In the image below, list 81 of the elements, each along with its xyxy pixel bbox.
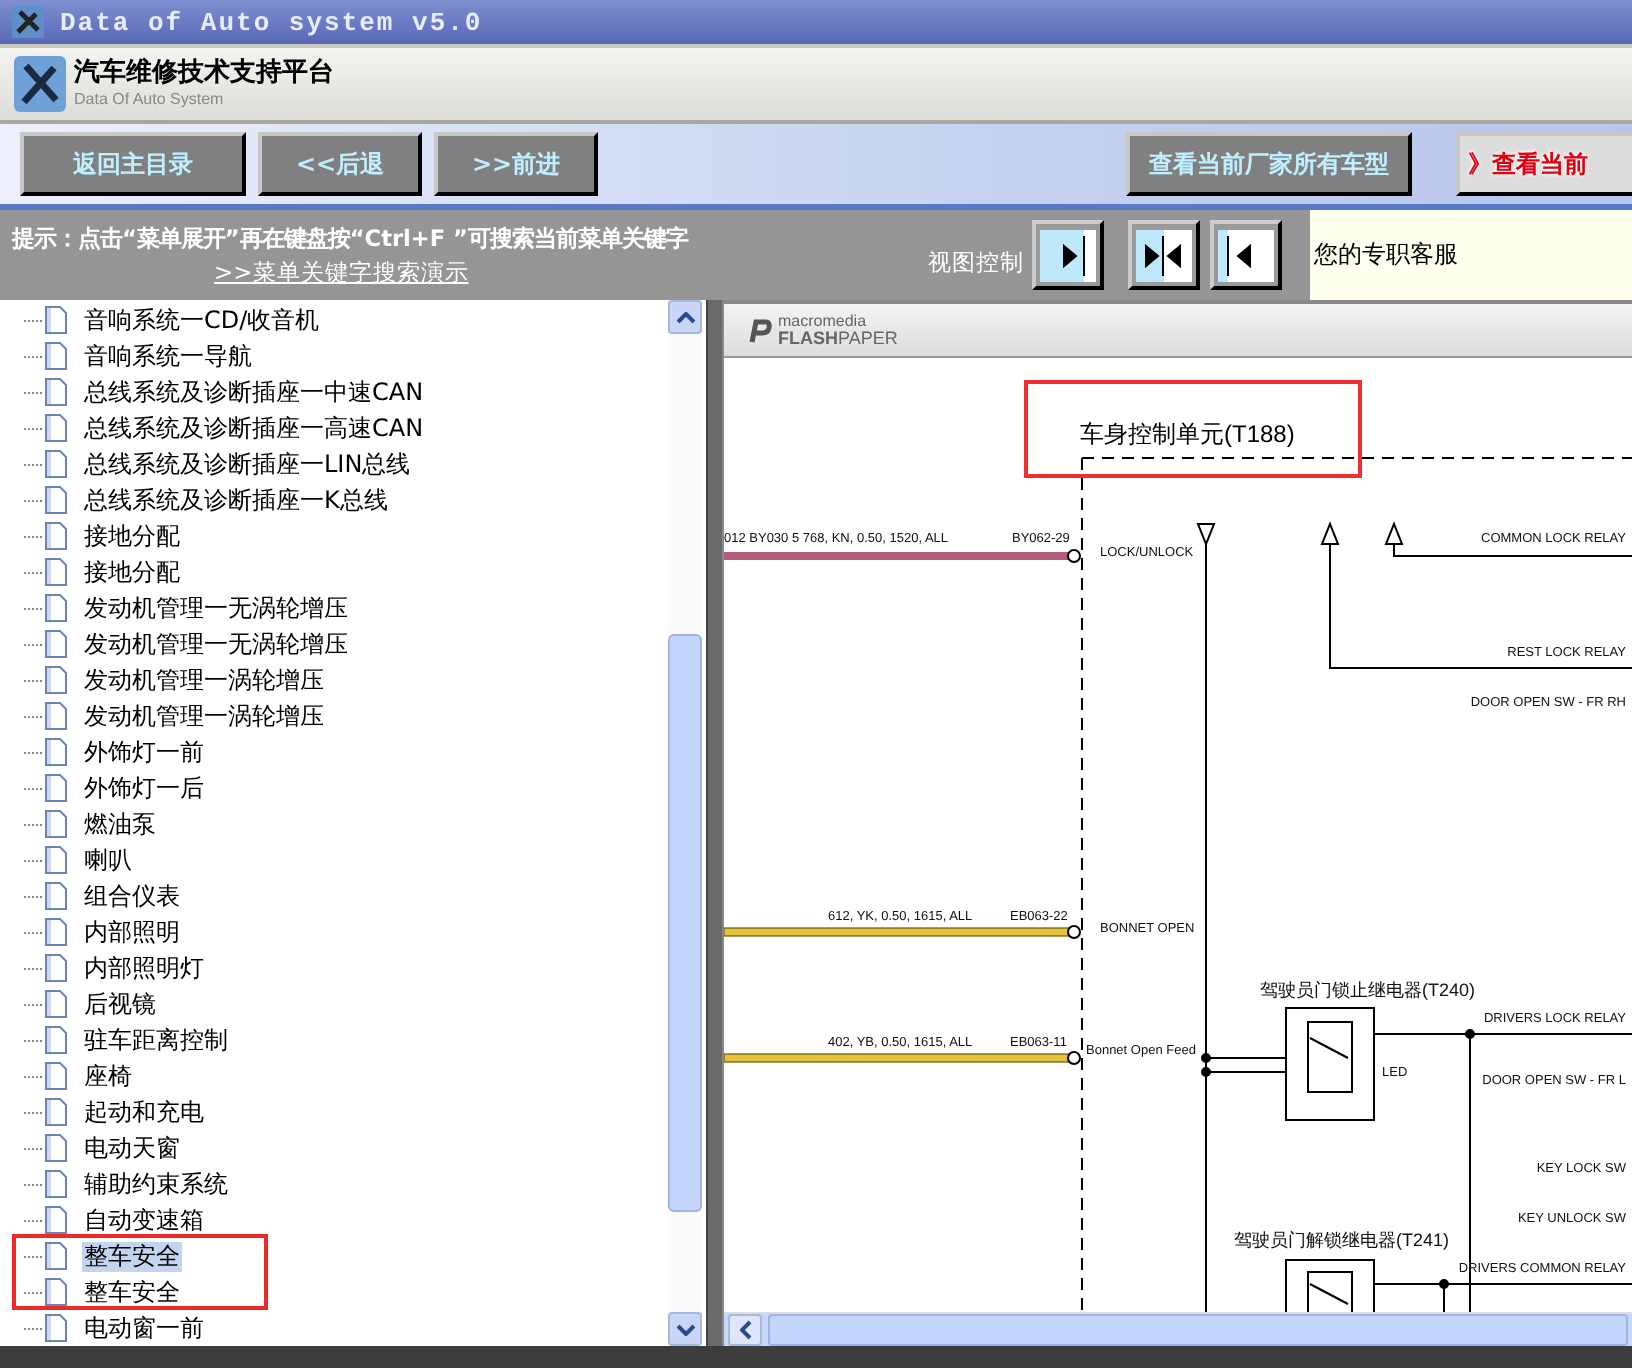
document-icon bbox=[44, 1062, 68, 1090]
document-icon bbox=[44, 378, 68, 406]
document-icon bbox=[44, 738, 68, 766]
document-icon bbox=[44, 1278, 68, 1306]
tree-item[interactable]: 座椅 bbox=[82, 1061, 134, 1091]
tree-item[interactable]: 发动机管理一无涡轮增压 bbox=[82, 629, 350, 659]
tree-item[interactable]: 外饰灯一后 bbox=[82, 773, 206, 803]
document-icon bbox=[44, 1026, 68, 1054]
tree-item[interactable]: 接地分配 bbox=[82, 521, 182, 551]
brand-name: FLASHPAPER bbox=[778, 330, 898, 348]
tree-item[interactable]: 发动机管理一无涡轮增压 bbox=[82, 593, 350, 623]
tree-item[interactable]: 整车安全 bbox=[82, 1241, 182, 1271]
tree-item[interactable]: 发动机管理一涡轮增压 bbox=[82, 665, 326, 695]
tree-item[interactable]: 总线系统及诊断插座一中速CAN bbox=[82, 377, 426, 407]
tree-item[interactable]: 内部照明 bbox=[82, 917, 182, 947]
document-icon bbox=[44, 1170, 68, 1198]
tree-item[interactable]: 燃油泵 bbox=[82, 809, 158, 839]
tree-item[interactable]: 喇叭 bbox=[82, 845, 134, 875]
tree-item[interactable]: 驻车距离控制 bbox=[82, 1025, 230, 1055]
tree-item[interactable]: 外饰灯一前 bbox=[82, 737, 206, 767]
document-icon bbox=[44, 810, 68, 838]
app-title: 汽车维修技术支持平台 bbox=[74, 58, 334, 90]
document-icon bbox=[44, 342, 68, 370]
document-icon bbox=[44, 486, 68, 514]
document-icon bbox=[44, 666, 68, 694]
tree-item[interactable]: 自动变速箱 bbox=[82, 1205, 206, 1235]
chevron-down-icon bbox=[675, 1323, 696, 1335]
tree-item[interactable]: 总线系统及诊断插座一K总线 bbox=[82, 485, 390, 515]
tree-item[interactable]: 内部照明灯 bbox=[82, 953, 206, 983]
document-icon bbox=[44, 450, 68, 478]
diagram-label: 驾驶员门锁止继电器(T240) bbox=[1260, 980, 1476, 1000]
scroll-left-button[interactable] bbox=[728, 1314, 762, 1346]
tree-item[interactable]: 组合仪表 bbox=[82, 881, 182, 911]
tree-item[interactable]: 总线系统及诊断插座一LIN总线 bbox=[82, 449, 413, 479]
tree-item[interactable]: 音响系统一CD/收音机 bbox=[82, 305, 322, 335]
scrollbar-thumb[interactable] bbox=[668, 634, 703, 1212]
document-icon bbox=[44, 990, 68, 1018]
document-icon bbox=[44, 702, 68, 730]
document-icon bbox=[44, 522, 68, 550]
vertical-scrollbar[interactable] bbox=[668, 300, 703, 1346]
tree-item[interactable]: 起动和充电 bbox=[82, 1097, 206, 1127]
document-icon bbox=[44, 882, 68, 910]
brand-text: macromedia bbox=[778, 312, 869, 330]
expand-right-button[interactable] bbox=[1032, 220, 1104, 290]
tree-item[interactable]: 发动机管理一涡轮增压 bbox=[82, 701, 326, 731]
tree-item[interactable]: 后视镜 bbox=[82, 989, 158, 1019]
document-icon bbox=[44, 306, 68, 334]
tree-item[interactable]: 总线系统及诊断插座一高速CAN bbox=[82, 413, 426, 443]
app-subtitle: Data Of Auto System bbox=[74, 90, 226, 110]
tree-item[interactable]: 接地分配 bbox=[82, 557, 182, 587]
support-text: 您的专职客服 bbox=[1314, 238, 1458, 272]
document-icon bbox=[44, 1098, 68, 1126]
document-icon bbox=[44, 774, 68, 802]
diagram-title: 车身控制单元(T188) bbox=[1080, 420, 1295, 448]
tree-item[interactable]: 音响系统一导航 bbox=[82, 341, 254, 371]
document-icon bbox=[44, 594, 68, 622]
view-control-label: 视图控制 bbox=[928, 248, 1024, 278]
tree-item[interactable]: 辅助约束系统 bbox=[82, 1169, 230, 1199]
document-icon bbox=[44, 1242, 68, 1270]
expand-left-button[interactable] bbox=[1210, 220, 1282, 290]
diagram-label: 驾驶员门解锁继电器(T241) bbox=[1234, 1230, 1450, 1250]
chevron-left-icon bbox=[739, 1320, 751, 1340]
document-icon bbox=[44, 918, 68, 946]
hint-text: 提示：点击“菜单展开”再在键盘按“Ctrl+F ”可搜索当前菜单关键字 bbox=[12, 223, 691, 255]
scroll-down-button[interactable] bbox=[668, 1312, 703, 1346]
document-icon bbox=[44, 1206, 68, 1234]
document-icon bbox=[44, 954, 68, 982]
chevron-up-icon bbox=[675, 311, 696, 323]
document-icon bbox=[44, 630, 68, 658]
window-title: Data of Auto system v5.0 bbox=[60, 7, 483, 37]
tree-item[interactable]: 电动窗一前 bbox=[82, 1313, 206, 1343]
document-icon bbox=[44, 1134, 68, 1162]
tree-item[interactable]: 整车安全 bbox=[82, 1277, 182, 1307]
document-icon bbox=[44, 846, 68, 874]
view-current-button[interactable]: 》查看当前 bbox=[1456, 132, 1632, 196]
scroll-up-button[interactable] bbox=[668, 300, 703, 334]
flashpaper-logo-icon bbox=[744, 316, 772, 344]
document-icon bbox=[44, 414, 68, 442]
document-icon bbox=[44, 558, 68, 586]
split-view-button[interactable] bbox=[1128, 220, 1200, 290]
tree-item[interactable]: 电动天窗 bbox=[82, 1133, 182, 1163]
